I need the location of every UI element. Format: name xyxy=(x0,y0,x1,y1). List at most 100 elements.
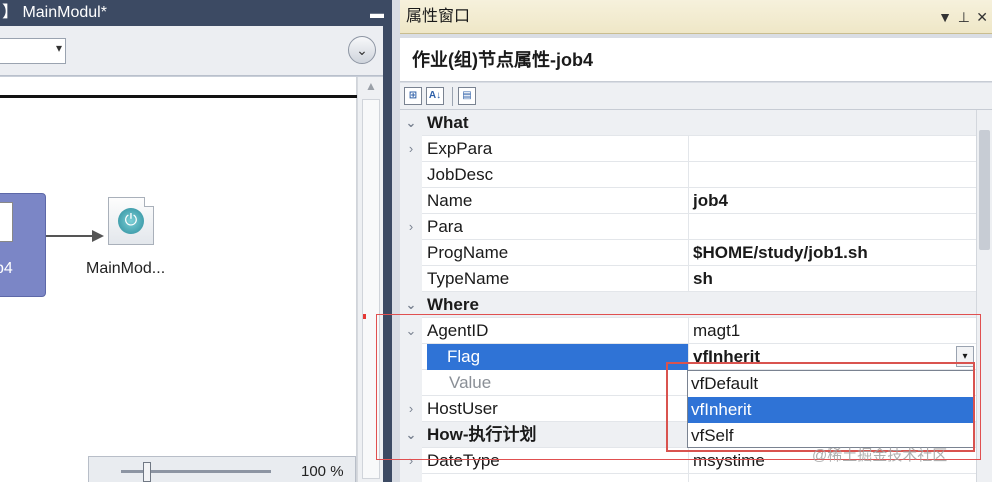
scroll-up-icon[interactable]: ▲ xyxy=(358,79,384,93)
zoom-bar: 100 % xyxy=(88,456,356,482)
flow-connector xyxy=(46,235,96,237)
property-row[interactable] xyxy=(400,474,976,482)
zoom-level: 100 % xyxy=(301,463,344,480)
category-name: What xyxy=(427,113,469,132)
collapse-icon[interactable]: ⌄ xyxy=(400,292,422,318)
dropdown-option[interactable]: vfDefault xyxy=(688,371,974,397)
module-node-label: MainMod... xyxy=(86,260,166,277)
property-row[interactable]: Name job4 xyxy=(400,188,976,214)
property-value-text: sh xyxy=(693,269,713,288)
property-name: Name xyxy=(427,191,473,210)
property-row[interactable]: ProgName $HOME/study/job1.sh xyxy=(400,240,976,266)
designer-pane: 】 MainModul* ▬ ▾ ⌄ b4 ⏻ MainMod... ▲ 100… xyxy=(0,0,392,482)
property-row[interactable]: JobDesc xyxy=(400,162,976,188)
property-name: Para xyxy=(427,217,463,236)
property-name: Value xyxy=(449,373,492,392)
property-window-title-bar: 属性窗口 ▼ ⊥ ✕ xyxy=(400,0,992,34)
flag-dropdown-list: vfDefault vfInherit vfSelf xyxy=(687,370,975,448)
property-name: ExpPara xyxy=(427,139,493,158)
property-name: ProgName xyxy=(427,243,509,262)
window-menu-icon[interactable]: ▼ xyxy=(938,0,952,34)
designer-title: 】 MainModul* xyxy=(2,4,107,21)
dropdown-option[interactable]: vfInherit xyxy=(688,397,974,423)
property-row[interactable]: › ExpPara xyxy=(400,136,976,162)
property-category[interactable]: ⌄ What xyxy=(400,110,976,136)
property-name: HostUser xyxy=(427,399,498,418)
expand-icon[interactable]: › xyxy=(400,214,422,240)
row-margin xyxy=(400,370,422,396)
property-value[interactable]: $HOME/study/job1.sh xyxy=(688,240,976,266)
category-name: How-执行计划 xyxy=(427,425,537,444)
module-node[interactable]: ⏻ xyxy=(108,197,154,245)
scroll-thumb[interactable] xyxy=(979,130,990,250)
canvas-divider xyxy=(0,95,357,98)
property-name: Flag xyxy=(427,344,688,370)
power-icon: ⏻ xyxy=(118,208,144,234)
row-margin xyxy=(400,162,422,188)
property-value[interactable] xyxy=(688,214,976,240)
property-value[interactable] xyxy=(688,162,976,188)
category-name: Where xyxy=(427,295,479,314)
chevron-down-icon[interactable]: ▾ xyxy=(56,41,62,55)
property-toolbar: ⊞ A↓ ▤ xyxy=(400,83,992,110)
page-fold xyxy=(144,197,154,207)
property-grid-scrollbar[interactable] xyxy=(976,110,992,482)
expand-icon[interactable]: › xyxy=(400,136,422,162)
collapse-icon[interactable]: ⌄ xyxy=(400,110,422,136)
row-margin xyxy=(400,188,422,214)
designer-scrollbar[interactable]: ▲ xyxy=(357,77,383,482)
property-value-text: vfInherit xyxy=(693,347,761,366)
property-value-text: magt1 xyxy=(693,321,741,340)
scroll-thumb[interactable] xyxy=(362,99,380,479)
property-value[interactable]: sh xyxy=(688,266,976,292)
job-node[interactable]: b4 xyxy=(0,193,46,297)
toolbar-separator xyxy=(452,87,453,106)
property-row[interactable]: TypeName sh xyxy=(400,266,976,292)
property-row[interactable]: Flag vfInherit ▾ xyxy=(400,344,976,370)
property-window-header: 作业(组)节点属性-job4 xyxy=(400,38,992,82)
job-node-label: b4 xyxy=(0,260,13,277)
arrow-head-icon xyxy=(92,230,104,242)
property-name: TypeName xyxy=(427,269,510,288)
pane-splitter[interactable] xyxy=(383,26,392,482)
property-name xyxy=(427,474,688,482)
property-value[interactable] xyxy=(688,474,976,482)
close-icon[interactable]: ✕ xyxy=(976,0,988,34)
designer-combo-box[interactable]: ▾ xyxy=(0,38,66,64)
property-value-text: job4 xyxy=(693,191,728,210)
property-pages-icon[interactable]: ▤ xyxy=(458,87,476,105)
property-name: DateType xyxy=(427,451,500,470)
designer-canvas[interactable]: b4 ⏻ MainMod... xyxy=(0,77,357,482)
marker-dot xyxy=(363,314,366,319)
property-name: AgentID xyxy=(427,321,489,340)
collapse-icon[interactable]: ⌄ xyxy=(400,422,422,448)
property-name: JobDesc xyxy=(427,165,494,184)
property-category[interactable]: ⌄ Where xyxy=(400,292,976,318)
property-row[interactable]: ⌄ AgentID magt1 xyxy=(400,318,976,344)
property-value-text: msystime xyxy=(693,451,765,470)
expand-icon[interactable]: › xyxy=(400,396,422,422)
collapse-icon[interactable]: ⌄ xyxy=(400,318,422,344)
designer-title-bar: 】 MainModul* ▬ xyxy=(0,0,392,26)
watermark: @稀土掘金技术社区 xyxy=(812,447,948,464)
expand-icon[interactable]: › xyxy=(400,448,422,474)
row-margin xyxy=(400,240,422,266)
designer-toolbar: ▾ ⌄ xyxy=(0,26,392,76)
property-value-text: $HOME/study/job1.sh xyxy=(693,243,868,262)
row-margin xyxy=(400,344,422,370)
property-value[interactable]: vfInherit ▾ xyxy=(688,344,976,370)
pin-icon[interactable]: ⊥ xyxy=(958,0,970,34)
collapse-button[interactable]: ⌄ xyxy=(348,36,376,64)
dropdown-arrow-icon[interactable]: ▾ xyxy=(956,346,974,367)
property-row[interactable]: › Para xyxy=(400,214,976,240)
pin-icon[interactable]: ▬ xyxy=(370,0,384,26)
row-margin xyxy=(400,474,422,482)
property-value[interactable]: magt1 xyxy=(688,318,976,344)
categorized-icon[interactable]: ⊞ xyxy=(404,87,422,105)
document-icon xyxy=(0,202,13,242)
alphabetical-sort-icon[interactable]: A↓ xyxy=(426,87,444,105)
zoom-slider-thumb[interactable] xyxy=(143,462,151,482)
property-value[interactable]: job4 xyxy=(688,188,976,214)
property-value[interactable] xyxy=(688,136,976,162)
property-window-title: 属性窗口 xyxy=(406,8,471,25)
